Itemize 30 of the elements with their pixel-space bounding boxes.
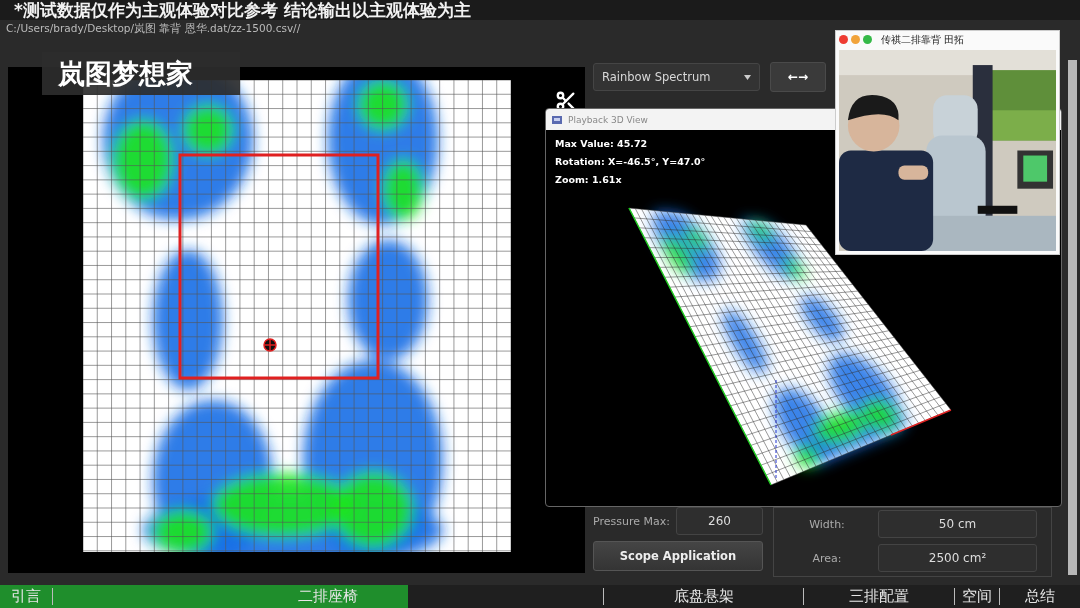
maximize-icon[interactable]: [863, 35, 872, 44]
value-field[interactable]: 50 cm: [878, 510, 1037, 538]
flip-button[interactable]: ←→: [770, 62, 826, 92]
chapter-label[interactable]: 三排配置: [848, 587, 909, 606]
caption-text: *测试数据仅作为主观体验对比参考 结论输出以主观体验为主: [14, 0, 471, 20]
crosshair-icon[interactable]: [263, 338, 277, 352]
stat-text: Max Value: 45.72: [555, 138, 649, 149]
scrollbar[interactable]: [1068, 60, 1077, 575]
chapter-label[interactable]: 底盘悬架: [673, 587, 734, 606]
app-icon: [552, 115, 562, 124]
pressure-max-field[interactable]: 260: [675, 507, 763, 535]
stat-text: Zoom: 1.61x: [555, 174, 623, 185]
window-title: 传祺二排靠背 田拓: [881, 32, 965, 47]
value-field[interactable]: 2500 cm²: [878, 544, 1037, 572]
chapter-label[interactable]: 引言: [10, 587, 41, 606]
file-path: C:/Users/brady/Desktop/岚图 靠背 恩华.dat/zz-1500.csv//: [6, 22, 301, 36]
stat-text: Rotation: X=-46.5°, Y=47.0°: [555, 156, 706, 167]
selection-rectangle[interactable]: [178, 153, 380, 380]
caret-icon: [744, 74, 751, 80]
field-label: Pressure Max:: [593, 514, 670, 528]
chapter-label[interactable]: 总结: [1025, 587, 1056, 606]
chapter-label[interactable]: 二排座椅: [298, 587, 358, 606]
close-icon[interactable]: [839, 35, 848, 44]
field-label: Area:: [811, 551, 843, 565]
colormap-dropdown[interactable]: Rainbow Spectrum: [593, 63, 760, 91]
scope-application-button[interactable]: Scope Application: [593, 541, 763, 571]
minimize-icon[interactable]: [851, 35, 860, 44]
field-label: Width:: [808, 517, 846, 531]
chapter-label[interactable]: 空间: [962, 587, 992, 606]
window-title: Playback 3D View: [568, 114, 648, 125]
